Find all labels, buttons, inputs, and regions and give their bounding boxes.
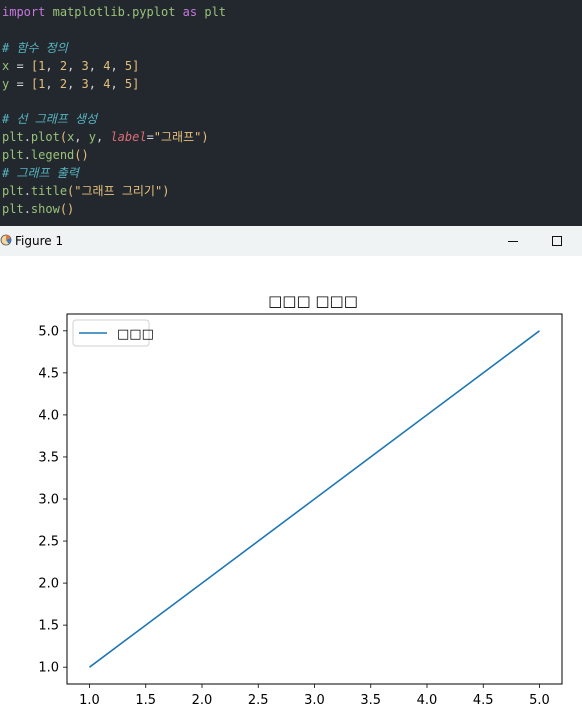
code-comment: # 함수 정의: [2, 41, 68, 55]
string-literal: "그래프 그리기": [74, 184, 163, 198]
y-tick-label: 2.0: [38, 577, 59, 592]
object-name: plt: [2, 148, 24, 162]
object-name: plt: [2, 184, 24, 198]
x-tick-label: 2.5: [248, 693, 269, 708]
keyword-argument: label: [110, 130, 147, 144]
object-name: plt: [2, 202, 24, 216]
module-name: matplotlib.pyplot: [52, 5, 176, 19]
number: 3: [81, 59, 89, 73]
code-line-11: plt.title("그래프 그리기"): [2, 184, 170, 198]
paren: ): [201, 130, 209, 144]
x-tick-label: 1.0: [79, 693, 100, 708]
minimize-icon[interactable]: [503, 231, 523, 251]
code-line-1: import matplotlib.pyplot as plt: [2, 3, 226, 21]
number: 2: [59, 77, 68, 91]
y-tick-label: 1.0: [38, 661, 59, 676]
maximize-icon[interactable]: [547, 231, 567, 251]
x-axis: 1.0 1.5 2.0 2.5 3.0 3.5 4.0 4.5 5.0: [79, 684, 550, 708]
y-tick-label: 3.5: [38, 450, 59, 465]
window-title: Figure 1: [15, 234, 64, 248]
x-tick-label: 4.0: [417, 693, 438, 708]
y-tick-label: 3.0: [38, 493, 59, 508]
number: 3: [81, 77, 89, 91]
code-comment: # 선 그래프 생성: [2, 112, 98, 126]
operator: =: [16, 77, 24, 91]
matplotlib-icon: [0, 234, 12, 246]
function-name: show: [30, 202, 60, 216]
code-line-4: x = [1, 2, 3, 4, 5]: [2, 59, 140, 73]
y-tick-label: 5.0: [38, 324, 59, 339]
paren: (: [59, 130, 68, 144]
paren: (): [59, 202, 75, 216]
keyword: import: [2, 5, 46, 19]
number: 2: [59, 59, 68, 73]
x-tick-label: 5.0: [529, 693, 550, 708]
function-name: plot: [30, 130, 60, 144]
alias-name: plt: [204, 5, 227, 19]
code-comment: # 그래프 출력: [2, 166, 79, 180]
x-tick-label: 1.5: [135, 693, 156, 708]
y-tick-label: 2.5: [38, 535, 59, 550]
y-tick-label: 4.0: [38, 408, 59, 423]
operator: =: [16, 59, 24, 73]
paren: ): [162, 184, 170, 198]
figure-canvas[interactable]: □□□ □□□ 1.0 1.5 2.0 2.5 3.0 3.5 4.0 4.5 5.0 1.0 1…: [0, 256, 582, 722]
x-tick-label: 3.0: [304, 693, 325, 708]
variable: x: [2, 59, 10, 73]
x-tick-label: 3.5: [360, 693, 381, 708]
y-axis: 1.0 1.5 2.0 2.5 3.0 3.5 4.0 4.5 5.0: [38, 324, 67, 676]
code-line-8: plt.plot(x, y, label="그래프"): [2, 130, 209, 144]
keyword: as: [182, 5, 198, 19]
function-name: legend: [30, 148, 75, 162]
bracket: ]: [132, 59, 140, 73]
variable: y: [2, 77, 10, 91]
argument: y: [88, 130, 96, 144]
legend-label: □□□: [117, 327, 154, 342]
code-line-12: plt.show(): [2, 202, 75, 216]
function-name: title: [30, 184, 68, 198]
code-line-7: # 선 그래프 생성: [2, 110, 97, 128]
x-tick-label: 2.0: [192, 693, 213, 708]
operator: =: [146, 130, 154, 144]
paren: (): [74, 148, 89, 162]
string-literal: "그래프": [153, 130, 202, 144]
chart-title: □□□ □□□: [268, 292, 358, 310]
code-line-10: # 그래프 출력: [2, 164, 79, 182]
x-tick-label: 4.5: [473, 693, 494, 708]
object-name: plt: [2, 130, 24, 144]
y-tick-label: 1.5: [38, 619, 59, 634]
code-line-3: # 함수 정의: [2, 39, 68, 57]
line-chart: □□□ □□□ 1.0 1.5 2.0 2.5 3.0 3.5 4.0 4.5 5.0 1.01…: [38, 292, 563, 708]
legend: □□□: [72, 319, 154, 347]
bracket: ]: [132, 77, 140, 91]
y-tick-label: 4.5: [38, 366, 59, 381]
code-line-9: plt.legend(): [2, 148, 89, 162]
code-editor[interactable]: import matplotlib.pyplot as plt # 함수 정의 …: [0, 0, 582, 226]
figure-window-titlebar[interactable]: Figure 1: [0, 226, 582, 256]
code-line-5: y = [1, 2, 3, 4, 5]: [2, 77, 140, 91]
